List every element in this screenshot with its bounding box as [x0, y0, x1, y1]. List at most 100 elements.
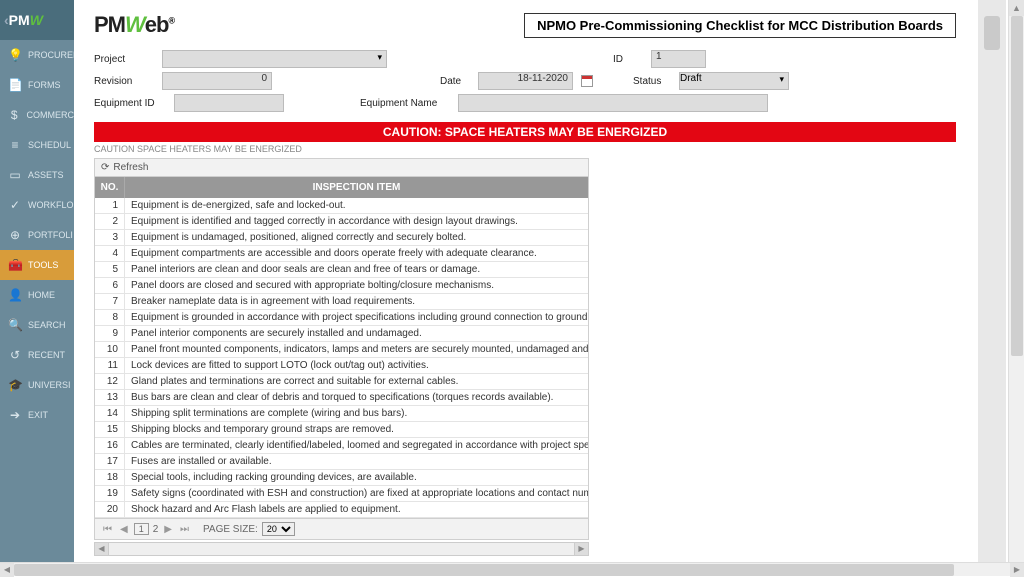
- table-row[interactable]: 1Equipment is de-energized, safe and loc…: [95, 198, 588, 214]
- row-item: Panel interiors are clean and door seals…: [125, 262, 588, 277]
- page-scroll-thumb[interactable]: [14, 564, 954, 576]
- row-item: Equipment compartments are accessible an…: [125, 246, 588, 261]
- table-row[interactable]: 12Gland plates and terminations are corr…: [95, 374, 588, 390]
- row-item: Equipment is undamaged, positioned, alig…: [125, 230, 588, 245]
- nav-tools-icon: 🧰: [8, 258, 22, 272]
- page-horizontal-scrollbar[interactable]: ◀ ▶: [0, 562, 1024, 576]
- nav-recent[interactable]: ↺RECENT: [0, 340, 74, 370]
- row-item: Panel interior components are securely i…: [125, 326, 588, 341]
- scroll-up-icon[interactable]: ▲: [1009, 0, 1024, 16]
- row-item: Equipment is grounded in accordance with…: [125, 310, 588, 325]
- table-row[interactable]: 2Equipment is identified and tagged corr…: [95, 214, 588, 230]
- row-number: 6: [95, 278, 125, 293]
- caution-banner: CAUTION: SPACE HEATERS MAY BE ENERGIZED: [94, 122, 956, 142]
- nav-home[interactable]: 👤HOME: [0, 280, 74, 310]
- secondary-panel: [978, 0, 1006, 568]
- pager-prev-icon[interactable]: ◀: [118, 524, 130, 535]
- project-select[interactable]: [162, 50, 387, 68]
- nav-portfolio-icon: ⊕: [8, 228, 22, 242]
- row-number: 9: [95, 326, 125, 341]
- nav-schedule-icon: ≡: [8, 138, 22, 152]
- nav-search-label: SEARCH: [28, 320, 66, 330]
- table-row[interactable]: 15Shipping blocks and temporary ground s…: [95, 422, 588, 438]
- pager-page-1[interactable]: 1: [134, 523, 149, 535]
- nav-workflow[interactable]: ✓WORKFLO: [0, 190, 74, 220]
- id-field[interactable]: 1: [651, 50, 706, 68]
- pager-next-icon[interactable]: ▶: [162, 524, 174, 535]
- vertical-scroll-thumb[interactable]: [1011, 16, 1023, 356]
- table-row[interactable]: 4Equipment compartments are accessible a…: [95, 246, 588, 262]
- id-label: ID: [613, 54, 643, 65]
- calendar-icon[interactable]: [581, 75, 593, 87]
- date-field[interactable]: 18-11-2020: [478, 72, 573, 90]
- page-size-label: PAGE SIZE:: [203, 524, 258, 535]
- nav-search[interactable]: 🔍SEARCH: [0, 310, 74, 340]
- nav-procurement[interactable]: 💡PROCUREM: [0, 40, 74, 70]
- main-content: PMWeb® NPMO Pre-Commissioning Checklist …: [74, 0, 1024, 568]
- nav-portfolio[interactable]: ⊕ PORTFOLI: [0, 220, 74, 250]
- table-row[interactable]: 19Safety signs (coordinated with ESH and…: [95, 486, 588, 502]
- table-row[interactable]: 14Shipping split terminations are comple…: [95, 406, 588, 422]
- page-scroll-right-icon[interactable]: ▶: [1010, 563, 1024, 577]
- grid-horizontal-scrollbar[interactable]: ◀ ▶: [94, 542, 589, 556]
- table-row[interactable]: 16Cables are terminated, clearly identif…: [95, 438, 588, 454]
- nav-schedule[interactable]: ≡SCHEDUL: [0, 130, 74, 160]
- row-item: Bus bars are clean and clear of debris a…: [125, 390, 588, 405]
- table-row[interactable]: 7Breaker nameplate data is in agreement …: [95, 294, 588, 310]
- app-logo: PMWeb®: [94, 12, 174, 38]
- scroll-right-icon[interactable]: ▶: [574, 543, 588, 555]
- nav-commercial[interactable]: $COMMERC: [0, 100, 74, 130]
- pager-page-2[interactable]: 2: [153, 524, 159, 535]
- table-row[interactable]: 11Lock devices are fitted to support LOT…: [95, 358, 588, 374]
- equipment-name-label: Equipment Name: [360, 98, 450, 109]
- scroll-left-icon[interactable]: ◀: [95, 543, 109, 555]
- row-number: 16: [95, 438, 125, 453]
- vertical-scrollbar[interactable]: ▲: [1008, 0, 1024, 568]
- nav-assets-label: ASSETS: [28, 170, 64, 180]
- row-number: 4: [95, 246, 125, 261]
- table-row[interactable]: 10Panel front mounted components, indica…: [95, 342, 588, 358]
- row-number: 17: [95, 454, 125, 469]
- page-size-select[interactable]: 20: [262, 522, 295, 536]
- table-row[interactable]: 3Equipment is undamaged, positioned, ali…: [95, 230, 588, 246]
- nav-exit[interactable]: ➔EXIT: [0, 400, 74, 430]
- row-item: Equipment is identified and tagged corre…: [125, 214, 588, 229]
- refresh-icon[interactable]: ⟳: [101, 162, 109, 173]
- page-scroll-left-icon[interactable]: ◀: [0, 563, 14, 577]
- nav-forms-label: FORMS: [28, 80, 61, 90]
- pager-last-icon[interactable]: ⏭: [178, 524, 191, 535]
- table-row[interactable]: 6Panel doors are closed and secured with…: [95, 278, 588, 294]
- row-number: 20: [95, 502, 125, 517]
- nav-assets[interactable]: ▭ASSETS: [0, 160, 74, 190]
- table-row[interactable]: 18Special tools, including racking groun…: [95, 470, 588, 486]
- equipment-name-field[interactable]: [458, 94, 768, 112]
- nav-recent-icon: ↺: [8, 348, 22, 362]
- nav-exit-label: EXIT: [28, 410, 48, 420]
- table-row[interactable]: 20Shock hazard and Arc Flash labels are …: [95, 502, 588, 518]
- row-item: Shipping split terminations are complete…: [125, 406, 588, 421]
- row-number: 2: [95, 214, 125, 229]
- row-item: Equipment is de-energized, safe and lock…: [125, 198, 588, 213]
- equipment-id-field[interactable]: [174, 94, 284, 112]
- row-item: Cables are terminated, clearly identifie…: [125, 438, 588, 453]
- status-label: Status: [633, 76, 671, 87]
- table-row[interactable]: 5Panel interiors are clean and door seal…: [95, 262, 588, 278]
- nav-university[interactable]: 🎓UNIVERSI: [0, 370, 74, 400]
- revision-field[interactable]: 0: [162, 72, 272, 90]
- secondary-scroll-thumb[interactable]: [984, 16, 1000, 50]
- table-row[interactable]: 17Fuses are installed or available.: [95, 454, 588, 470]
- row-item: Panel doors are closed and secured with …: [125, 278, 588, 293]
- row-item: Shock hazard and Arc Flash labels are ap…: [125, 502, 588, 517]
- nav-forms[interactable]: 📄FORMS: [0, 70, 74, 100]
- refresh-button[interactable]: Refresh: [113, 162, 148, 173]
- app-logo-small: ‹PMW: [0, 0, 74, 40]
- table-row[interactable]: 8Equipment is grounded in accordance wit…: [95, 310, 588, 326]
- pager-first-icon[interactable]: ⏮: [101, 524, 114, 535]
- table-row[interactable]: 13Bus bars are clean and clear of debris…: [95, 390, 588, 406]
- nav-tools[interactable]: 🧰TOOLS: [0, 250, 74, 280]
- table-row[interactable]: 9Panel interior components are securely …: [95, 326, 588, 342]
- nav-portfolio-label: PORTFOLI: [28, 230, 73, 240]
- status-select[interactable]: Draft: [679, 72, 789, 90]
- row-item: Special tools, including racking groundi…: [125, 470, 588, 485]
- row-item: Lock devices are fitted to support LOTO …: [125, 358, 588, 373]
